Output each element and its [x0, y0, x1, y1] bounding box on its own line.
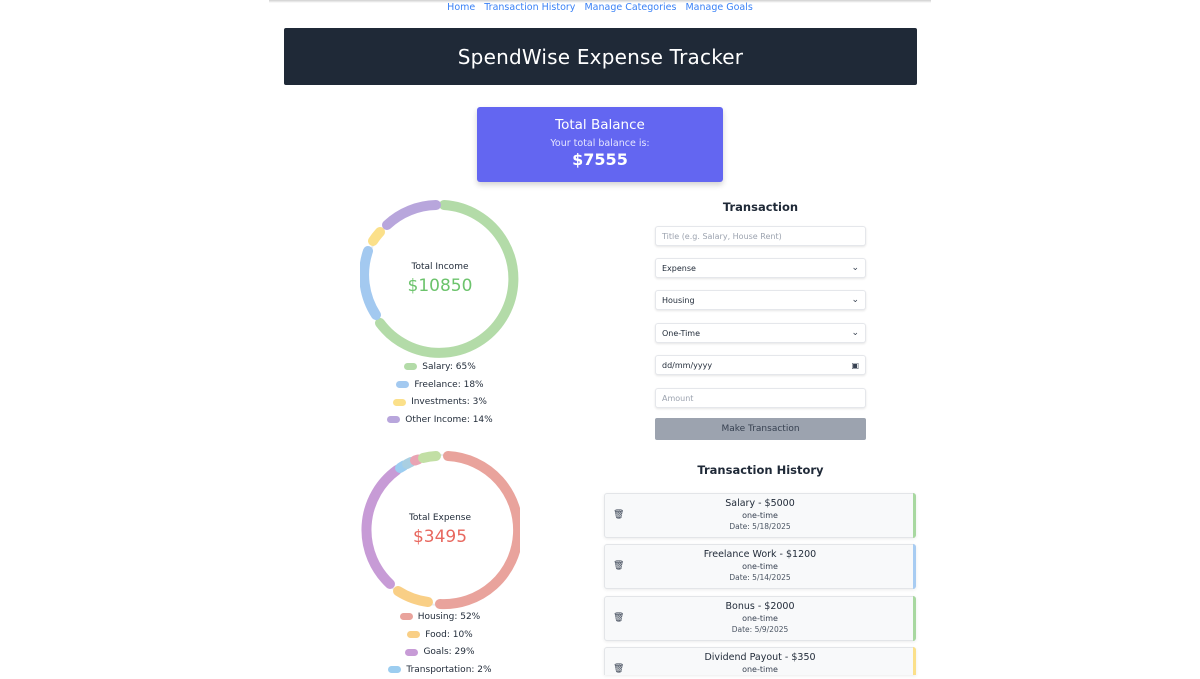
expense-legend: Housing: 52% Food: 10% Goals: 29% Transp… — [360, 608, 520, 679]
legend-label: Transportation: 2% — [406, 664, 492, 675]
income-center-amount: $10850 — [407, 276, 473, 296]
title-input-placeholder: Title (e.g. Salary, House Rent) — [662, 231, 782, 241]
amount-input[interactable]: Amount — [655, 388, 866, 408]
date-input-placeholder: dd/mm/yyyy — [662, 360, 713, 370]
legend-label: Salary: 65% — [422, 361, 476, 372]
legend-label: Freelance: 18% — [414, 379, 484, 390]
transaction-card: 🗑 Dividend Payout - $350 one-time — [604, 647, 916, 675]
transaction-date: Date: 5/18/2025 — [729, 522, 791, 531]
transaction-frequency: one-time — [742, 665, 778, 674]
legend-item: Salary: 65% — [360, 358, 520, 376]
legend-label: Goals: 29% — [423, 647, 475, 658]
nav-home-link[interactable]: Home — [447, 2, 475, 13]
transaction-card: 🗑 Freelance Work - $1200 one-time Date: … — [604, 544, 916, 589]
transaction-frequency: one-time — [742, 614, 778, 623]
legend-swatch — [396, 381, 410, 389]
income-other-segment — [382, 200, 441, 230]
nav-transaction-history-link[interactable]: Transaction History — [484, 2, 575, 13]
legend-item: Investments: 3% — [360, 393, 520, 411]
type-select-value: Expense — [662, 263, 696, 273]
transaction-title: Freelance Work - $1200 — [703, 549, 817, 560]
legend-swatch — [405, 648, 419, 656]
transaction-card: 🗑 Salary - $5000 one-time Date: 5/18/202… — [604, 493, 916, 538]
transaction-frequency: one-time — [742, 562, 778, 571]
income-investments-segment — [368, 227, 385, 246]
balance-title: Total Balance — [555, 117, 645, 133]
legend-item: Freelance: 18% — [360, 376, 520, 394]
calendar-icon[interactable]: ▣ — [851, 361, 859, 370]
legend-item: Transportation: 2% — [360, 661, 520, 679]
transaction-title: Bonus - $2000 — [725, 601, 795, 612]
transaction-date: Date: 5/9/2025 — [731, 625, 789, 634]
legend-item: Other Income: 14% — [360, 411, 520, 429]
frequency-select[interactable]: One-Time ⌄ — [655, 323, 866, 343]
balance-card: Total Balance Your total balance is: $75… — [477, 107, 723, 182]
title-input[interactable]: Title (e.g. Salary, House Rent) — [655, 226, 866, 246]
transaction-title: Dividend Payout - $350 — [704, 652, 816, 663]
expense-food-segment — [393, 586, 433, 607]
transaction-date: Date: 5/14/2025 — [729, 573, 791, 582]
legend-swatch — [388, 666, 402, 674]
legend-swatch — [404, 363, 418, 371]
expense-center-label: Total Expense — [408, 513, 472, 523]
type-select[interactable]: Expense ⌄ — [655, 258, 866, 278]
balance-subtitle: Your total balance is: — [550, 138, 650, 149]
legend-item: Housing: 52% — [360, 608, 520, 626]
chevron-down-icon: ⌄ — [851, 263, 859, 273]
legend-item: Goals: 29% — [360, 643, 520, 661]
amount-input-placeholder: Amount — [662, 393, 694, 403]
chevron-down-icon: ⌄ — [851, 295, 859, 305]
legend-swatch — [399, 613, 413, 621]
transaction-title: Salary - $5000 — [725, 498, 795, 509]
legend-label: Housing: 52% — [417, 611, 481, 622]
income-legend: Salary: 65% Freelance: 18% Investments: … — [360, 358, 520, 429]
legend-swatch — [407, 631, 421, 639]
date-input[interactable]: dd/mm/yyyy ▣ — [655, 355, 866, 375]
income-donut-chart: Total Income $10850 — [360, 199, 520, 359]
legend-item: Food: 10% — [360, 626, 520, 644]
legend-label: Investments: 3% — [411, 397, 487, 408]
app-header: SpendWise Expense Tracker — [284, 28, 917, 85]
legend-swatch — [387, 416, 401, 424]
app-title: SpendWise Expense Tracker — [457, 44, 744, 69]
make-transaction-button[interactable]: Make Transaction — [655, 418, 866, 440]
transaction-history-title: Transaction History — [697, 463, 824, 477]
nav-manage-categories-link[interactable]: Manage Categories — [584, 2, 676, 13]
category-select-value: Housing — [662, 295, 695, 305]
transaction-form-title: Transaction — [722, 200, 799, 214]
transaction-frequency: one-time — [742, 511, 778, 520]
legend-label: Food: 10% — [425, 629, 473, 640]
expense-center-amount: $3495 — [412, 527, 468, 547]
nav-manage-goals-link[interactable]: Manage Goals — [685, 2, 752, 13]
chevron-down-icon: ⌄ — [851, 328, 859, 338]
income-center-label: Total Income — [411, 262, 469, 272]
top-nav: Home Transaction History Manage Categori… — [269, 2, 931, 13]
frequency-select-value: One-Time — [662, 328, 701, 338]
balance-amount: $7555 — [572, 150, 628, 169]
expense-small-segment — [418, 451, 441, 463]
expense-small-segment — [410, 454, 423, 466]
legend-swatch — [393, 398, 407, 406]
transaction-card: 🗑 Bonus - $2000 one-time Date: 5/9/2025 — [604, 596, 916, 641]
expense-donut-chart: Total Expense $3495 — [360, 450, 520, 610]
legend-label: Other Income: 14% — [405, 414, 493, 425]
category-select[interactable]: Housing ⌄ — [655, 290, 866, 310]
